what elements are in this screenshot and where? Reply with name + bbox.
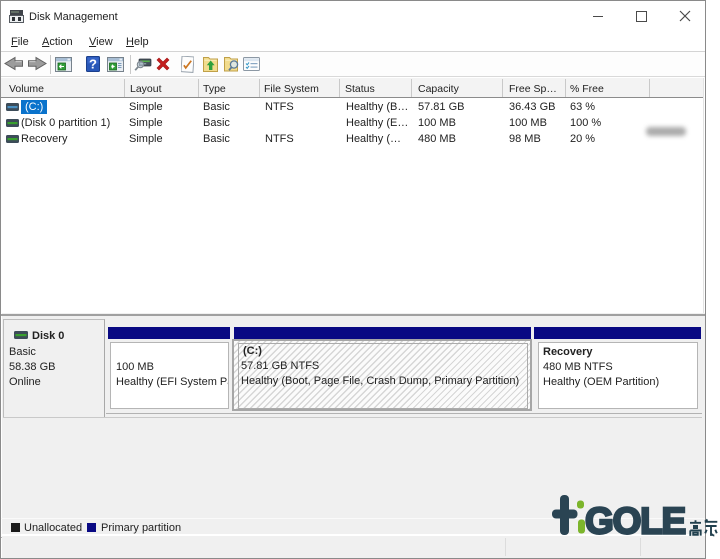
svg-text:GOLE: GOLE	[585, 501, 686, 539]
svg-text:?: ?	[89, 57, 97, 72]
